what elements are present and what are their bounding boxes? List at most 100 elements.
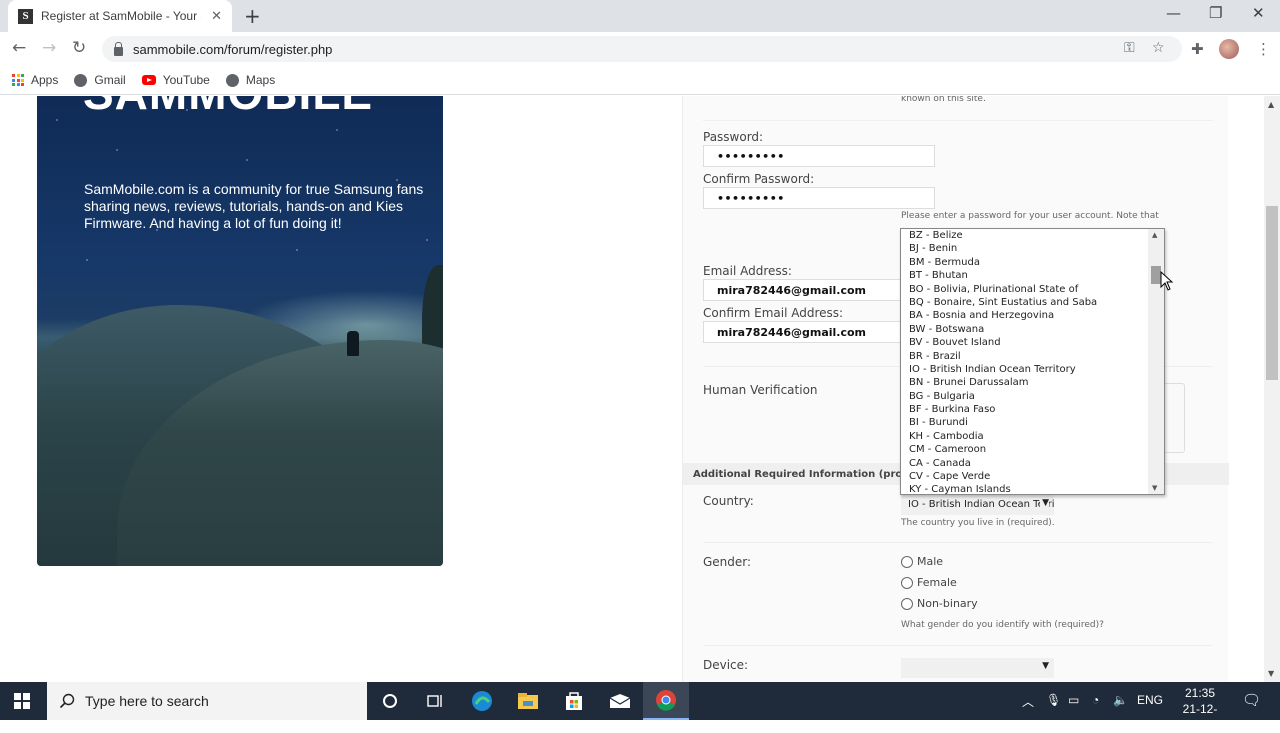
profile-avatar[interactable] — [1219, 39, 1239, 59]
dropdown-option[interactable]: CM - Cameroon — [901, 443, 1149, 456]
extensions-puzzle-icon[interactable]: ✚ — [1191, 40, 1204, 58]
bookmarks-bar: Apps Gmail YouTube Maps — [0, 66, 1280, 95]
radio-button[interactable] — [901, 597, 913, 610]
dropdown-option[interactable]: BA - Bosnia and Herzegovina — [901, 309, 1149, 322]
country-select[interactable]: IO - British Indian Ocean Territory ▼ — [901, 495, 1054, 515]
notifications-icon[interactable]: 🗨 — [1242, 691, 1261, 709]
edge-browser-icon[interactable] — [459, 682, 505, 720]
country-label: Country: — [703, 494, 754, 508]
wifi-icon[interactable]: ◔ — [1092, 693, 1099, 707]
sammobile-logo: SAMMOBILE — [83, 96, 373, 120]
country-selected-value: IO - British Indian Ocean Territory — [908, 499, 1054, 510]
dropdown-option[interactable]: BG - Bulgaria — [901, 390, 1149, 403]
gender-option-non-binary[interactable]: Non-binary — [901, 597, 978, 610]
reload-button[interactable]: ↻ — [72, 38, 86, 58]
dropdown-options: BZ - Belize BJ - Benin BM - Bermuda BT - Bh… — [901, 229, 1149, 494]
dropdown-option[interactable]: BW - Botswana — [901, 323, 1149, 336]
microsoft-store-icon[interactable] — [551, 682, 597, 720]
radio-label: Female — [917, 576, 957, 589]
lock-icon — [114, 41, 123, 56]
dropdown-option[interactable]: BV - Bouvet Island — [901, 336, 1149, 349]
close-window-button[interactable]: ✕ — [1252, 4, 1265, 22]
page-scrollbar[interactable]: ▲ ▼ — [1264, 96, 1280, 682]
scroll-down-arrow-icon[interactable]: ▼ — [1152, 484, 1157, 492]
email-label: Email Address: — [703, 264, 792, 278]
tab-strip: S Register at SamMobile - Your aut ✕ + —… — [0, 0, 1280, 32]
scroll-up-arrow-icon[interactable]: ▲ — [1268, 100, 1274, 109]
browser-tab[interactable]: S Register at SamMobile - Your aut ✕ — [8, 0, 232, 32]
dropdown-option[interactable]: BM - Bermuda — [901, 256, 1149, 269]
page-scroll-thumb[interactable] — [1266, 206, 1278, 380]
search-placeholder: Type here to search — [85, 693, 209, 709]
new-tab-button[interactable]: + — [244, 4, 261, 28]
bookmark-label: Gmail — [94, 73, 126, 87]
device-select[interactable]: ▼ — [901, 658, 1054, 678]
taskbar-clock[interactable]: 21:35 21-12-2020 — [1170, 685, 1230, 733]
address-bar[interactable]: sammobile.com/forum/register.php ⚿ ☆ — [102, 36, 1182, 62]
bookmark-apps[interactable]: Apps — [12, 73, 58, 87]
hero-banner-image: SAMMOBILE SamMobile.com is a community f… — [37, 96, 443, 566]
task-view-icon[interactable] — [412, 682, 458, 720]
microphone-icon[interactable]: 🎙 — [1046, 693, 1061, 707]
confirm-password-input[interactable]: ••••••••• — [703, 187, 935, 209]
forward-button[interactable]: → — [42, 38, 56, 58]
show-hidden-icons-chevron[interactable]: ︿ — [1022, 693, 1034, 710]
sammobile-favicon-icon: S — [18, 8, 33, 24]
radio-label: Male — [917, 555, 944, 568]
hikers-silhouette — [347, 331, 359, 356]
windows-start-icon[interactable] — [14, 693, 30, 709]
country-dropdown-list[interactable]: BZ - Belize BJ - Benin BM - Bermuda BT - Bh… — [900, 228, 1165, 495]
dropdown-option[interactable]: CA - Canada — [901, 457, 1149, 470]
apps-grid-icon — [12, 74, 24, 86]
scroll-down-arrow-icon[interactable]: ▼ — [1268, 669, 1274, 678]
scroll-up-arrow-icon[interactable]: ▲ — [1152, 231, 1157, 239]
divider — [703, 542, 1213, 543]
dropdown-option[interactable]: IO - British Indian Ocean Territory — [901, 363, 1149, 376]
mail-icon[interactable] — [597, 682, 643, 720]
dropdown-option[interactable]: BZ - Belize — [901, 229, 1149, 242]
dropdown-option[interactable]: BQ - Bonaire, Sint Eustatius and Saba — [901, 296, 1149, 309]
close-tab-icon[interactable]: ✕ — [211, 9, 222, 24]
username-hint: known on this site. — [901, 96, 986, 104]
bookmark-gmail[interactable]: Gmail — [74, 73, 126, 87]
youtube-icon — [141, 75, 156, 85]
gender-option-female[interactable]: Female — [901, 576, 957, 589]
dropdown-option[interactable]: KH - Cambodia — [901, 430, 1149, 443]
dropdown-option[interactable]: BJ - Benin — [901, 242, 1149, 255]
dropdown-option[interactable]: BO - Bolivia, Plurinational State of — [901, 283, 1149, 296]
globe-icon — [225, 73, 239, 87]
dropdown-option[interactable]: BT - Bhutan — [901, 269, 1149, 282]
back-button[interactable]: ← — [12, 38, 26, 58]
bookmark-youtube[interactable]: YouTube — [141, 73, 210, 87]
search-icon — [59, 693, 75, 709]
password-input[interactable]: ••••••••• — [703, 145, 935, 167]
dropdown-option[interactable]: BF - Burkina Faso — [901, 403, 1149, 416]
minimize-button[interactable]: — — [1166, 4, 1181, 22]
confirm-password-label: Confirm Password: — [703, 172, 815, 186]
password-key-icon[interactable]: ⚿ — [1124, 40, 1135, 56]
chevron-down-icon: ▼ — [1040, 661, 1049, 671]
clock-date: 21-12-2020 — [1182, 702, 1218, 732]
radio-button[interactable] — [901, 555, 913, 568]
dropdown-scrollbar[interactable]: ▲ ▼ — [1148, 229, 1164, 494]
dropdown-option[interactable]: BR - Brazil — [901, 350, 1149, 363]
volume-icon[interactable]: 🔈 — [1113, 693, 1128, 707]
taskbar-search[interactable]: Type here to search — [47, 682, 367, 720]
gender-option-male[interactable]: Male — [901, 555, 943, 568]
battery-icon[interactable]: ▭ — [1068, 693, 1079, 707]
restore-button[interactable]: ❐ — [1209, 4, 1222, 22]
bookmark-star-icon[interactable]: ☆ — [1152, 40, 1165, 56]
cortana-icon[interactable] — [367, 682, 413, 720]
radio-button[interactable] — [901, 576, 913, 589]
menu-kebab-icon[interactable]: ⋮ — [1256, 40, 1271, 58]
bookmark-maps[interactable]: Maps — [225, 73, 275, 87]
dropdown-option[interactable]: BN - Brunei Darussalam — [901, 376, 1149, 389]
recaptcha-widget[interactable] — [1163, 383, 1185, 453]
file-explorer-icon[interactable] — [505, 682, 551, 720]
tab-title: Register at SamMobile - Your aut — [41, 9, 201, 23]
dropdown-option[interactable]: BI - Burundi — [901, 416, 1149, 429]
language-indicator[interactable]: ENG — [1137, 693, 1163, 707]
chrome-taskbar-icon[interactable] — [643, 682, 689, 720]
dropdown-option[interactable]: CV - Cape Verde — [901, 470, 1149, 483]
dropdown-option[interactable]: KY - Cayman Islands — [901, 483, 1149, 494]
